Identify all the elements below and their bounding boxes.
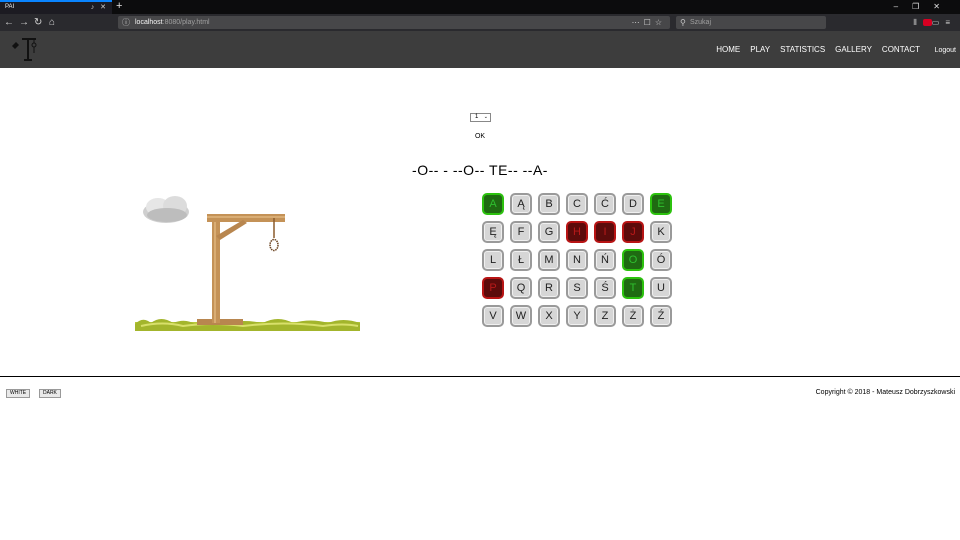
main-menu: HOME PLAY STATISTICS GALLERY CONTACT xyxy=(716,45,920,55)
search-placeholder: Szukaj xyxy=(690,19,712,26)
site-info-icon[interactable]: ⓘ xyxy=(122,16,130,29)
search-bar[interactable]: ⚲ Szukaj xyxy=(676,16,826,29)
letter-key[interactable]: M xyxy=(538,249,560,271)
letter-key[interactable]: Q xyxy=(510,277,532,299)
category-select[interactable]: 1 ⌄ xyxy=(470,113,491,122)
search-icon: ⚲ xyxy=(680,18,686,27)
hangman-logo-icon[interactable] xyxy=(10,36,38,62)
letter-key[interactable]: Ę xyxy=(482,221,504,243)
gallows-image xyxy=(135,196,360,331)
menu-gallery[interactable]: GALLERY xyxy=(835,45,872,55)
extension-icon xyxy=(922,19,932,27)
white-theme-button[interactable]: WHITE xyxy=(6,389,31,398)
letter-key[interactable]: H xyxy=(566,221,588,243)
letter-key[interactable]: Ł xyxy=(510,249,532,271)
letter-key[interactable]: Ć xyxy=(594,193,616,215)
letter-key[interactable]: E xyxy=(650,193,672,215)
footer-divider xyxy=(0,376,960,377)
letter-key[interactable]: Ń xyxy=(594,249,616,271)
menu-play[interactable]: PLAY xyxy=(750,45,770,55)
letter-key[interactable]: D xyxy=(622,193,644,215)
letter-key[interactable]: F xyxy=(510,221,532,243)
letter-key[interactable]: Ó xyxy=(650,249,672,271)
letter-key[interactable]: S xyxy=(566,277,588,299)
letter-key[interactable]: N xyxy=(566,249,588,271)
reload-icon[interactable]: ↻ xyxy=(34,16,42,29)
url-bar[interactable]: ⓘ localhost:8080/play.html ⋯☐☆ xyxy=(118,16,670,29)
dark-theme-button[interactable]: DARK xyxy=(39,389,61,398)
letter-key[interactable]: O xyxy=(622,249,644,271)
back-icon[interactable]: ← xyxy=(4,16,14,29)
letter-key[interactable]: B xyxy=(538,193,560,215)
menu-statistics[interactable]: STATISTICS xyxy=(780,45,825,55)
letter-key[interactable]: L xyxy=(482,249,504,271)
letter-key[interactable]: Ś xyxy=(594,277,616,299)
browser-tab-bar: PAI ♪ ✕ + –❐✕ xyxy=(0,0,960,14)
letter-key[interactable]: P xyxy=(482,277,504,299)
ok-button[interactable]: OK xyxy=(470,132,490,142)
tab-audio-close-icons[interactable]: ♪ ✕ xyxy=(91,2,108,13)
letter-key[interactable]: Ż xyxy=(622,305,644,327)
menu-home[interactable]: HOME xyxy=(716,45,740,55)
letter-key[interactable]: U xyxy=(650,277,672,299)
puzzle-word: -O-- - --O-- TE-- --A- xyxy=(412,162,548,178)
home-icon[interactable]: ⌂ xyxy=(49,16,55,29)
url-actions-icons[interactable]: ⋯☐☆ xyxy=(632,16,666,29)
browser-tab[interactable]: PAI ♪ ✕ xyxy=(0,0,112,14)
tab-title: PAI xyxy=(5,4,15,10)
letter-key[interactable]: R xyxy=(538,277,560,299)
copyright-text: Copyright © 2018 - Mateusz Dobrzyszkowsk… xyxy=(815,389,955,396)
letter-key[interactable]: Z xyxy=(594,305,616,327)
letter-key[interactable]: C xyxy=(566,193,588,215)
forward-icon[interactable]: → xyxy=(19,16,29,29)
url-text[interactable]: localhost:8080/play.html xyxy=(135,16,210,29)
letter-key[interactable]: Ą xyxy=(510,193,532,215)
letter-key[interactable]: A xyxy=(482,193,504,215)
category-select-value: 1 xyxy=(475,114,479,120)
letter-key[interactable]: K xyxy=(650,221,672,243)
logout-link[interactable]: Logout xyxy=(935,46,956,56)
site-header: HOME PLAY STATISTICS GALLERY CONTACT Log… xyxy=(0,31,960,68)
letter-key[interactable]: Y xyxy=(566,305,588,327)
letter-key[interactable]: T xyxy=(622,277,644,299)
letter-key[interactable]: J xyxy=(622,221,644,243)
chevron-down-icon: ⌄ xyxy=(483,114,488,120)
window-controls[interactable]: –❐✕ xyxy=(894,0,954,14)
menu-contact[interactable]: CONTACT xyxy=(882,45,920,55)
letter-key[interactable]: X xyxy=(538,305,560,327)
letter-key[interactable]: Ź xyxy=(650,305,672,327)
letter-key[interactable]: W xyxy=(510,305,532,327)
cloud-icon xyxy=(143,196,189,223)
letter-key[interactable]: I xyxy=(594,221,616,243)
grass-icon xyxy=(135,319,360,331)
letter-key[interactable]: V xyxy=(482,305,504,327)
browser-navbar: ← → ↻ ⌂ ⓘ localhost:8080/play.html ⋯☐☆ ⚲… xyxy=(0,14,960,31)
toolbar-icons[interactable]: ⫴ ▭≡ xyxy=(913,16,956,29)
letter-key[interactable]: G xyxy=(538,221,560,243)
letter-keyboard: AĄBCĆDE ĘFGHIJK LŁMNŃOÓ PQRSŚTU VWXYZŻŹ xyxy=(482,193,678,333)
new-tab-icon[interactable]: + xyxy=(116,0,122,13)
